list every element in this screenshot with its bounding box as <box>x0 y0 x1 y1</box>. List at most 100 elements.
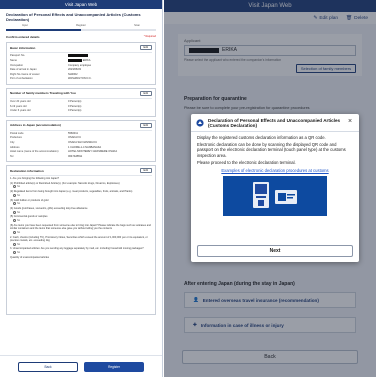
declaration-question: 2. Cash, checks (including TC), Promisso… <box>10 236 152 247</box>
declaration-question: (3) Gold bullion or products of gold No <box>10 199 152 206</box>
info-row: Tel 0647428811 <box>10 155 152 160</box>
address-heading: Address in Japan (accommodation) <box>10 123 61 128</box>
answer-text: No <box>17 202 21 206</box>
left-panel: Visit Japan Web Declaration of Personal … <box>0 0 163 377</box>
radio-icon <box>13 202 16 206</box>
answer: No <box>10 242 152 247</box>
declaration-question: (5) Commercial goods or samples No <box>10 215 152 222</box>
declaration-question: (1) Prohibited article(s) or Restricted … <box>10 182 152 189</box>
info-key: Port of embarkation <box>10 77 33 81</box>
answer: No <box>10 202 152 206</box>
radio-icon <box>13 242 16 246</box>
basic-info-heading: Basic information <box>10 45 36 50</box>
answer: No <box>10 210 152 215</box>
left-back-button[interactable]: Back <box>18 361 78 372</box>
required-note: * Required <box>143 35 156 38</box>
info-row: Port of embarkation WASHINGTON D.C. <box>10 77 152 82</box>
question-text: (4) Goods (purchases, souvenirs, gifts) … <box>10 206 88 210</box>
declaration-question: 3. Unaccompanied articles: Are you sendi… <box>10 247 152 254</box>
answer-text: No <box>17 242 21 246</box>
close-icon[interactable]: × <box>346 118 354 126</box>
declaration-question: (4) Goods (purchases, souvenirs, gifts) … <box>10 207 152 214</box>
answer-text: No <box>17 230 21 234</box>
declaration-edit-button[interactable]: Edit <box>139 168 152 174</box>
declaration-question: (6) Are items you have been requested fr… <box>10 224 152 235</box>
example-procedures-link[interactable]: Examples of electronic declaration proce… <box>197 168 353 173</box>
question-text: (5) Commercial goods or samples <box>10 215 48 219</box>
question-text: 1. Are you bringing the following into J… <box>10 177 60 181</box>
family-head: Number of family members Traveling with … <box>10 90 152 99</box>
next-button[interactable]: Next <box>197 245 353 257</box>
declaration-question: 1. Are you bringing the following into J… <box>10 177 152 181</box>
address-edit-button[interactable]: Edit <box>139 122 152 128</box>
question-text: (3) Gold bullion or products of gold <box>10 198 49 202</box>
progress-bar <box>6 29 156 31</box>
modal-text-1: Display the registered customs declarati… <box>197 135 326 140</box>
question-text: (1) Prohibited article(s) or Restricted … <box>10 181 120 185</box>
declaration-box: Declaration information Edit 1. Are you … <box>6 165 156 316</box>
answer: No <box>10 230 152 235</box>
answer-text: No <box>17 219 21 222</box>
modal-text-2: Electronic declaration can be done by sc… <box>197 142 346 158</box>
answer: No <box>10 218 152 223</box>
step-input: Input <box>22 24 28 27</box>
answer-text: No <box>17 193 21 197</box>
step-register: Register <box>76 24 86 27</box>
info-key: Tel <box>10 154 14 158</box>
redaction-bar <box>68 58 82 62</box>
info-value: WASHINGTON D.C. <box>68 77 92 81</box>
question-text: (6) Are items you have been requested fr… <box>10 223 151 231</box>
declaration-heading: Declaration information <box>10 168 44 173</box>
left-header: Visit Japan Web <box>0 0 162 9</box>
question-text: 3. Unaccompanied articles: Are you sendi… <box>10 247 144 251</box>
family-heading: Number of family members Traveling with … <box>10 91 76 96</box>
confirm-label: Confirm entered details <box>6 35 40 39</box>
info-row: Under 6 years old 0 Person(s) <box>10 109 152 114</box>
progress-fill <box>6 29 81 31</box>
radio-icon <box>13 251 16 255</box>
basic-info-head: Basic information Edit <box>10 45 152 53</box>
modal-header: Declaration of Personal Effects and Unac… <box>191 114 359 132</box>
question-text: (2) Regulated items from being brought i… <box>10 190 133 194</box>
basic-info-edit-button[interactable]: Edit <box>139 45 152 50</box>
left-page-title: Declaration of Personal Effects and Unac… <box>6 12 141 22</box>
radio-icon <box>13 230 16 234</box>
modal-title: Declaration of Personal Effects and Unac… <box>208 118 341 129</box>
answer-text: No <box>17 185 21 189</box>
answer: No <box>10 185 152 189</box>
declaration-question: (2) Regulated items from being brought i… <box>10 190 152 197</box>
answer-text: No <box>17 251 21 255</box>
radio-icon <box>13 193 16 197</box>
declaration-question: Quantity of unaccompanied articles <box>10 256 152 260</box>
declaration-questions: 1. Are you bringing the following into J… <box>10 177 152 259</box>
basic-info-box: Basic information Edit Passport No. Name… <box>6 42 156 85</box>
info-value: 0647428811 <box>68 154 83 158</box>
kiosk-icon <box>223 176 327 217</box>
customs-modal: Declaration of Personal Effects and Unac… <box>191 114 359 262</box>
step-scan: Scan <box>134 24 140 27</box>
address-box: Address in Japan (accommodation) Edit Po… <box>6 119 156 163</box>
info-key: Under 6 years old <box>10 109 31 113</box>
answer: No <box>10 193 152 198</box>
radio-icon <box>13 218 16 222</box>
question-text: 2. Cash, checks (including TC), Promisso… <box>10 235 148 243</box>
left-footer: Back Register <box>0 355 162 377</box>
info-value: 0 Person(s) <box>68 109 82 113</box>
modal-body: Display the registered customs declarati… <box>191 132 359 219</box>
radio-icon <box>13 185 16 189</box>
family-box: Number of family members Traveling with … <box>6 87 156 117</box>
answer-text: No <box>17 210 21 214</box>
declaration-head: Declaration information Edit <box>10 168 152 177</box>
address-head: Address in Japan (accommodation) Edit <box>10 122 152 131</box>
radio-icon <box>13 210 16 214</box>
name-text: ERIKA <box>82 58 91 62</box>
customs-logo-icon <box>196 119 204 127</box>
answer: No <box>10 251 152 255</box>
terminal-illustration <box>223 176 327 217</box>
register-button[interactable]: Register <box>84 361 144 372</box>
family-edit-button[interactable]: Edit <box>139 90 152 96</box>
question-text: Quantity of unaccompanied articles <box>10 255 50 259</box>
confirm-heading: Confirm entered details * Required <box>0 34 162 41</box>
modal-text-3: Please proceed to the electronic declara… <box>197 159 296 165</box>
redaction-bar <box>68 54 88 57</box>
